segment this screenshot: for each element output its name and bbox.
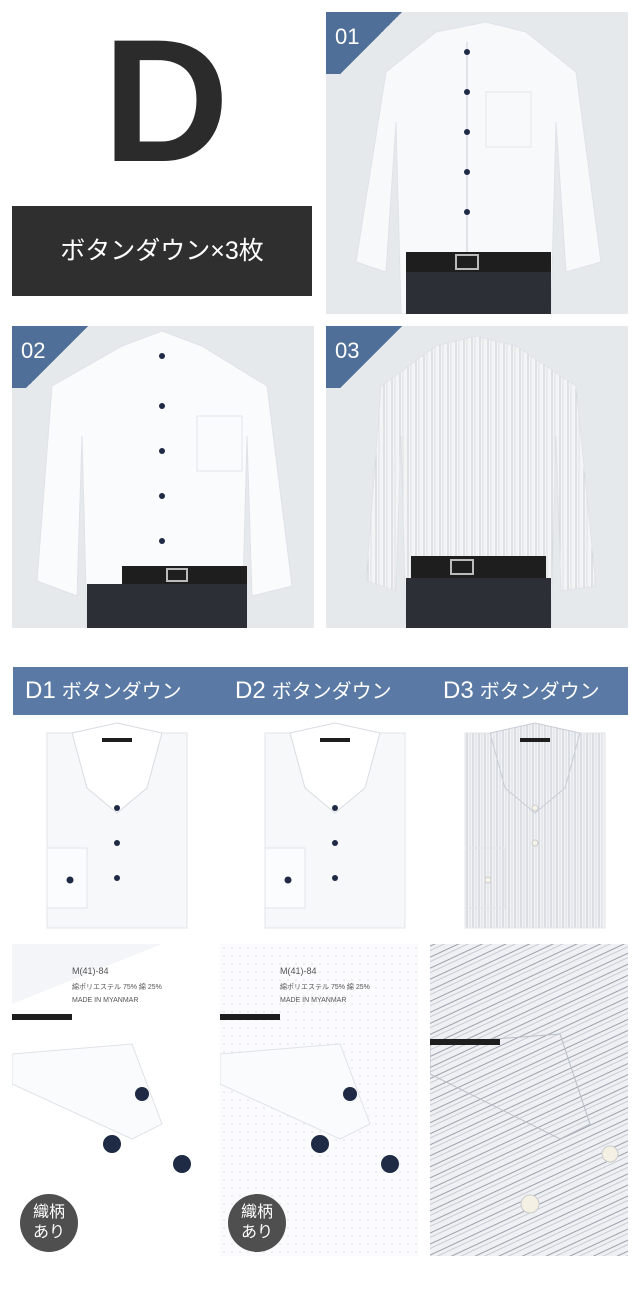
label-text: ボタンダウン: [61, 681, 182, 703]
badge-line1: 織柄: [32, 1204, 65, 1221]
label-code: D3: [443, 677, 474, 704]
model-photo-02: 02: [12, 326, 314, 628]
set-letter: D: [102, 4, 229, 199]
care-tag-line1: M(41)-84: [72, 966, 109, 976]
badge-line1: 織柄: [240, 1204, 273, 1221]
woven-pattern-badge: 織柄 あり: [228, 1194, 286, 1252]
product-shirt-d1: [42, 718, 192, 933]
care-tag-line3: MADE IN MYANMAR: [72, 997, 138, 1004]
photo-number: 01: [335, 24, 360, 49]
detail-closeup-d2: M(41)-84 綿ポリエステル 75% 綿 25% MADE IN MYANM…: [220, 944, 418, 1256]
product-label-bar: D1 ボタンダウン D2 ボタンダウン D3 ボタンダウン: [13, 667, 628, 715]
care-tag-line2: 綿ポリエステル 75% 綿 25%: [280, 982, 370, 991]
label-d1: D1 ボタンダウン: [25, 667, 182, 715]
badge-line2: あり: [32, 1224, 65, 1241]
label-code: D1: [25, 677, 56, 704]
label-d2: D2 ボタンダウン: [235, 667, 392, 715]
care-tag-line1: M(41)-84: [280, 966, 317, 976]
woven-pattern-badge: 織柄 あり: [20, 1194, 78, 1252]
model-photo-03: 03: [326, 326, 628, 628]
detail-closeup-d1: M(41)-84 綿ポリエステル 75% 綿 25% MADE IN MYANM…: [12, 944, 210, 1256]
collar-detail-d3-image: [430, 944, 628, 1256]
label-d3: D3 ボタンダウン: [443, 667, 600, 715]
folded-shirt-d2-image: [264, 722, 406, 929]
label-text: ボタンダウン: [271, 681, 392, 703]
detail-closeup-d3: [430, 944, 628, 1256]
product-shirt-d3: [460, 718, 610, 933]
care-tag-line2: 綿ポリエステル 75% 綿 25%: [72, 982, 162, 991]
care-tag-line3: MADE IN MYANMAR: [280, 997, 346, 1004]
folded-shirt-d1-image: [46, 722, 188, 929]
product-shirt-d2: [260, 718, 410, 933]
set-subtitle: ボタンダウン×3枚: [12, 206, 312, 296]
label-text: ボタンダウン: [479, 681, 600, 703]
photo-number: 03: [335, 338, 360, 363]
label-code: D2: [235, 677, 266, 704]
badge-line2: あり: [240, 1224, 273, 1241]
model-photo-01: 01: [326, 12, 628, 314]
folded-shirt-d3-image: [464, 722, 606, 929]
photo-number: 02: [21, 338, 46, 363]
